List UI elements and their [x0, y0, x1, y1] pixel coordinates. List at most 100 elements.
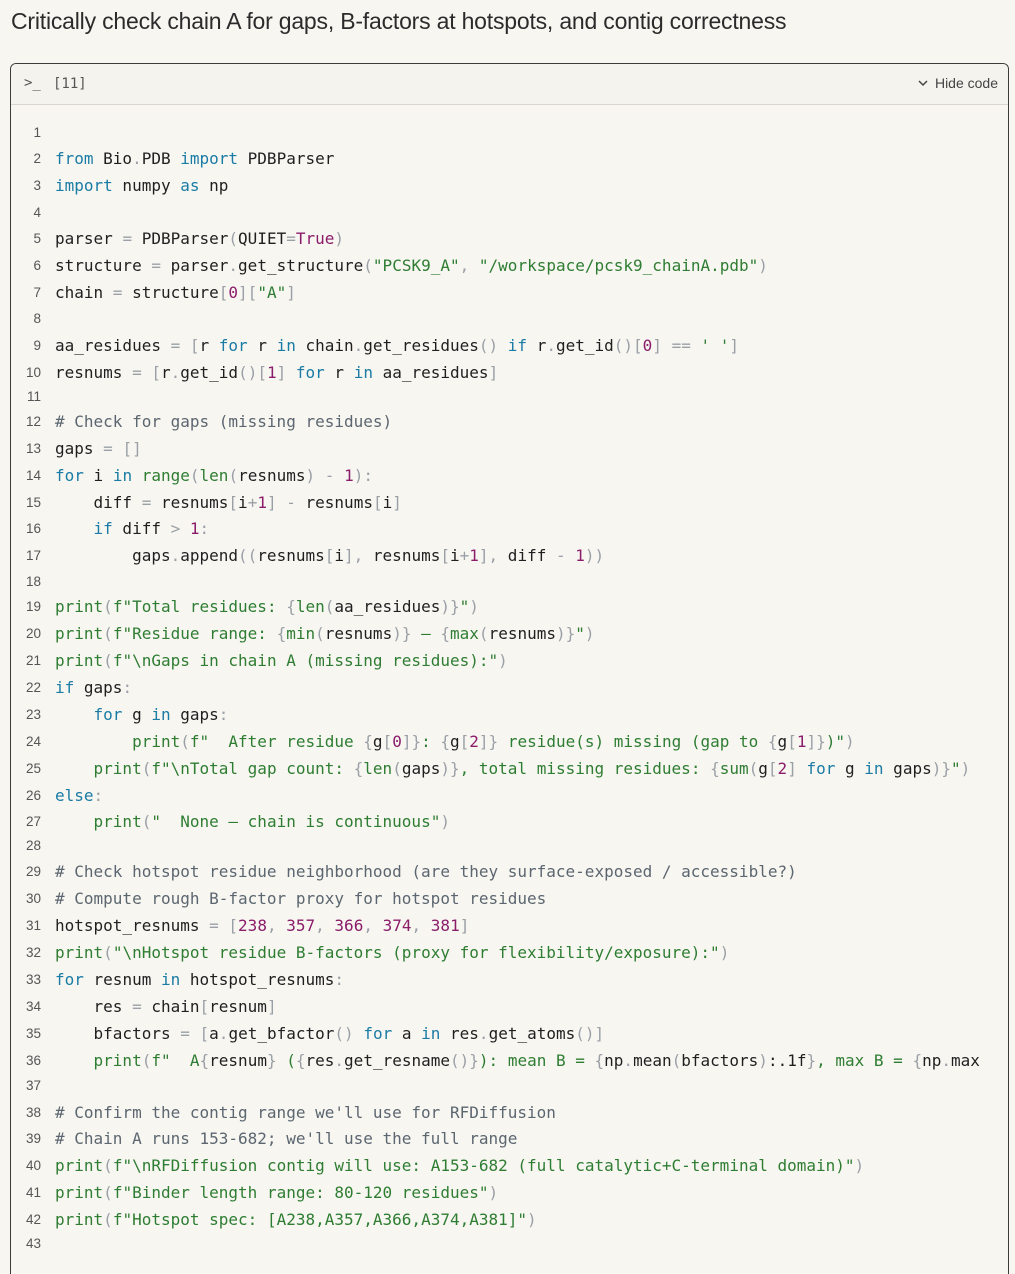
code-token: ]	[276, 363, 287, 382]
code-token: print	[55, 1156, 104, 1175]
code-line: 33 for resnum in hotspot_resnums:	[11, 966, 1008, 993]
code-token: [	[151, 363, 161, 382]
code-token: .	[228, 256, 239, 275]
code-token: 357	[286, 916, 316, 935]
code-token: ))	[584, 546, 605, 565]
code-token: (	[103, 624, 113, 643]
code-token: .	[334, 1051, 345, 1070]
code-token: 1	[257, 493, 267, 512]
code-token: a	[209, 1024, 219, 1043]
code-token: 1	[469, 546, 479, 565]
code-token: "	[575, 624, 585, 643]
code-text: print(f"\nGaps in chain A (missing resid…	[55, 647, 508, 674]
code-token: ]	[286, 283, 296, 302]
code-token: –	[411, 624, 441, 643]
code-token: get_id	[180, 363, 239, 382]
code-line: 12 # Check for gaps (missing residues)	[11, 408, 1008, 435]
code-token: {	[767, 732, 778, 751]
code-editor[interactable]: 1 2 from Bio.PDB import PDBParser 3 import n…	[11, 105, 1008, 1274]
code-token: aa_residues	[372, 363, 489, 382]
code-token: (	[141, 1051, 152, 1070]
code-line: 5 parser = PDBParser(QUIET=True)	[11, 225, 1008, 252]
code-text: gaps = []	[55, 435, 142, 462]
code-line: 18	[11, 568, 1008, 595]
code-line: 6 structure = parser.get_structure("PCSK9…	[11, 252, 1008, 279]
line-number: 19	[25, 599, 41, 614]
code-token: for	[55, 466, 84, 485]
code-token: i	[382, 493, 393, 512]
code-line: 8	[11, 305, 1008, 332]
code-token: )}	[440, 597, 460, 616]
code-token: {	[440, 732, 450, 751]
code-line: 2 from Bio.PDB import PDBParser	[11, 145, 1008, 172]
code-line: 14 for i in range(len(resnums) - 1):	[11, 462, 1008, 489]
code-line: 43	[11, 1230, 1008, 1257]
code-token: r	[199, 336, 219, 355]
code-text: print(f"Binder length range: 80-120 resi…	[55, 1179, 498, 1206]
code-token: if	[93, 519, 113, 538]
code-line: 38 # Confirm the contig range we'll use f…	[11, 1099, 1008, 1126]
code-line: 10 resnums = [r.get_id()[1] for r in aa_r…	[11, 359, 1008, 386]
code-token: "	[459, 597, 470, 616]
code-text: resnums = [r.get_id()[1] for r in aa_res…	[55, 359, 498, 386]
code-token: 0	[642, 336, 653, 355]
code-token: for	[93, 705, 123, 724]
code-token: ][	[238, 283, 258, 302]
code-token: .	[546, 336, 556, 355]
line-number: 11	[26, 389, 41, 404]
code-token: bfactors	[681, 1051, 759, 1070]
code-token: .	[623, 1051, 634, 1070]
code-line: 16 if diff > 1:	[11, 515, 1008, 542]
line-number: 4	[33, 205, 41, 220]
line-number: 16	[25, 521, 41, 536]
code-token: :	[199, 519, 210, 538]
line-number: 3	[33, 178, 41, 193]
line-number: 42	[25, 1212, 41, 1227]
code-token: }	[806, 1051, 817, 1070]
code-token: ()}	[450, 1051, 479, 1070]
hide-code-button[interactable]: Hide code	[917, 75, 998, 91]
code-token: ()]	[575, 1024, 605, 1043]
code-token: i	[334, 546, 345, 565]
code-line: 23 for g in gaps:	[11, 701, 1008, 728]
code-token: print	[93, 759, 142, 778]
code-token: g	[372, 732, 383, 751]
code-text: hotspot_resnums = [238, 357, 366, 374, 3…	[55, 912, 469, 939]
code-token: ()	[334, 1024, 354, 1043]
code-text: print(" None — chain is continuous")	[55, 808, 450, 835]
code-token: (	[315, 624, 325, 643]
code-token: [	[228, 916, 239, 935]
code-text: print(f"\nTotal gap count: {len(gaps)}, …	[55, 755, 971, 782]
code-token: resnums	[151, 493, 229, 512]
line-number: 27	[25, 814, 41, 829]
line-number: 17	[25, 548, 41, 563]
line-number: 29	[25, 864, 41, 879]
code-token: =	[122, 229, 133, 248]
code-token: ]	[392, 493, 402, 512]
code-token: " None — chain is continuous"	[151, 812, 441, 831]
code-token: res	[440, 1024, 479, 1043]
code-token: .	[941, 1051, 951, 1070]
code-token: =	[180, 1024, 190, 1043]
code-line: 11	[11, 383, 1008, 410]
code-text: # Chain A runs 153-682; we'll use the fu…	[55, 1125, 517, 1152]
code-token: diff	[112, 519, 171, 538]
line-number: 35	[25, 1026, 41, 1041]
code-token: []	[122, 439, 142, 458]
code-token: .	[478, 1024, 489, 1043]
code-text: # Check hotspot residue neighborhood (ar…	[55, 858, 797, 885]
code-text: gaps.append((resnums[i], resnums[i+1], d…	[55, 542, 604, 569]
code-token: )}	[931, 759, 951, 778]
code-token: )	[719, 943, 730, 962]
code-token: :	[421, 732, 441, 751]
code-token: .	[170, 363, 181, 382]
